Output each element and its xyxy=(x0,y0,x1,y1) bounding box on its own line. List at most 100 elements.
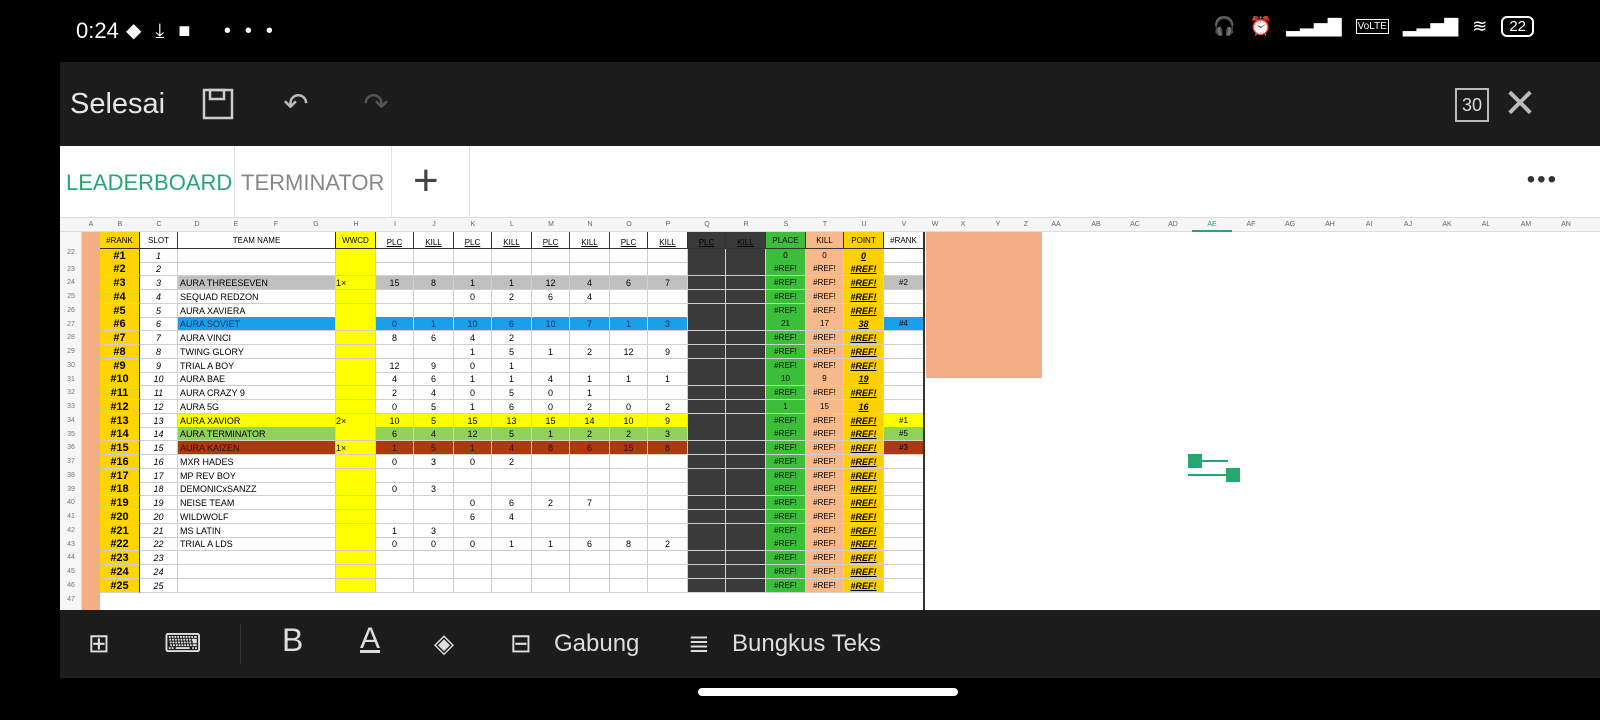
match-cell[interactable] xyxy=(414,564,454,579)
match-cell[interactable] xyxy=(376,509,414,524)
header-total-point[interactable]: POINT xyxy=(844,232,884,249)
match-cell[interactable] xyxy=(610,358,648,373)
match-cell[interactable] xyxy=(688,413,726,428)
row-number[interactable]: 38 xyxy=(60,469,82,483)
column-header-h[interactable]: H xyxy=(336,218,376,232)
total-kill-cell[interactable]: #REF! xyxy=(806,289,844,304)
total-point-cell[interactable]: #REF! xyxy=(844,413,884,428)
header-kill[interactable]: KILL xyxy=(648,232,688,249)
selection-handle-icon[interactable] xyxy=(1226,468,1240,482)
match-cell[interactable] xyxy=(532,468,570,483)
header-plc[interactable]: PLC xyxy=(532,232,570,249)
add-sheet-icon[interactable]: + xyxy=(413,156,439,206)
total-point-cell[interactable]: #REF! xyxy=(844,537,884,552)
rank-cell[interactable]: #10 xyxy=(100,372,140,387)
total-point-cell[interactable]: #REF! xyxy=(844,454,884,469)
match-cell[interactable] xyxy=(414,262,454,277)
column-header-aj[interactable]: AJ xyxy=(1388,218,1428,232)
rank-2-cell[interactable] xyxy=(884,523,924,538)
row-number[interactable]: 44 xyxy=(60,551,82,565)
match-cell[interactable]: 12 xyxy=(376,358,414,373)
wwcd-cell[interactable] xyxy=(336,468,376,483)
team-name-cell[interactable]: AURA XAVIERA xyxy=(178,303,336,318)
row-number[interactable]: 23 xyxy=(60,263,82,277)
match-cell[interactable] xyxy=(726,262,766,277)
rank-cell[interactable]: #20 xyxy=(100,509,140,524)
match-cell[interactable] xyxy=(648,578,688,593)
rank-2-cell[interactable] xyxy=(884,537,924,552)
match-cell[interactable]: 15 xyxy=(454,413,492,428)
match-cell[interactable] xyxy=(610,262,648,277)
total-point-cell[interactable]: #REF! xyxy=(844,564,884,579)
row-number[interactable]: 26 xyxy=(60,304,82,318)
match-cell[interactable]: 10 xyxy=(454,317,492,332)
total-place-cell[interactable]: #REF! xyxy=(766,537,806,552)
match-cell[interactable] xyxy=(414,289,454,304)
match-cell[interactable] xyxy=(688,496,726,510)
slot-cell[interactable]: 13 xyxy=(140,413,178,428)
match-cell[interactable]: 6 xyxy=(570,537,610,552)
total-point-cell[interactable]: 38 xyxy=(844,317,884,332)
slot-cell[interactable]: 22 xyxy=(140,537,178,552)
match-cell[interactable] xyxy=(688,248,726,263)
slot-cell[interactable]: 19 xyxy=(140,496,178,510)
team-name-cell[interactable]: MP REV BOY xyxy=(178,468,336,483)
total-kill-cell[interactable]: #REF! xyxy=(806,386,844,400)
wwcd-cell[interactable] xyxy=(336,344,376,359)
total-place-cell[interactable]: #REF! xyxy=(766,551,806,565)
rank-cell[interactable]: #8 xyxy=(100,344,140,359)
rank-2-cell[interactable]: #4 xyxy=(884,317,924,332)
match-cell[interactable]: 2 xyxy=(610,427,648,442)
rank-cell[interactable]: #14 xyxy=(100,427,140,442)
match-cell[interactable]: 1 xyxy=(532,344,570,359)
close-icon[interactable]: ✕ xyxy=(1500,82,1540,126)
match-cell[interactable] xyxy=(688,317,726,332)
match-cell[interactable] xyxy=(414,496,454,510)
total-point-cell[interactable]: #REF! xyxy=(844,468,884,483)
rank-2-cell[interactable] xyxy=(884,386,924,400)
row-number[interactable]: 35 xyxy=(60,428,82,442)
tab-leaderboard[interactable]: LEADERBOARD xyxy=(66,170,232,196)
match-cell[interactable]: 0 xyxy=(376,399,414,414)
column-header-w[interactable]: W xyxy=(924,218,946,232)
match-cell[interactable] xyxy=(532,482,570,497)
header-team-name[interactable]: TEAM NAME xyxy=(178,232,336,249)
header-kill[interactable]: KILL xyxy=(414,232,454,249)
match-cell[interactable] xyxy=(726,496,766,510)
match-cell[interactable] xyxy=(570,551,610,565)
column-header-af[interactable]: AF xyxy=(1232,218,1270,232)
match-cell[interactable] xyxy=(726,372,766,387)
match-cell[interactable] xyxy=(492,303,532,318)
team-name-cell[interactable]: AURA KAIZEN xyxy=(178,441,336,455)
team-name-cell[interactable]: TRIAL A LDS xyxy=(178,537,336,552)
column-header-y[interactable]: Y xyxy=(980,218,1016,232)
match-cell[interactable]: 1 xyxy=(532,537,570,552)
row-number[interactable]: 24 xyxy=(60,276,82,290)
match-cell[interactable]: 2 xyxy=(570,399,610,414)
match-cell[interactable] xyxy=(570,564,610,579)
match-cell[interactable]: 6 xyxy=(610,276,648,290)
match-cell[interactable] xyxy=(726,551,766,565)
merge-label[interactable]: Gabung xyxy=(554,630,639,658)
team-name-cell[interactable]: AURA BAE xyxy=(178,372,336,387)
column-header-t[interactable]: T xyxy=(806,218,844,232)
match-cell[interactable] xyxy=(688,358,726,373)
total-point-cell[interactable]: #REF! xyxy=(844,482,884,497)
match-cell[interactable] xyxy=(648,523,688,538)
match-cell[interactable] xyxy=(726,289,766,304)
match-cell[interactable] xyxy=(688,372,726,387)
rank-cell[interactable]: #9 xyxy=(100,358,140,373)
match-cell[interactable] xyxy=(726,413,766,428)
match-cell[interactable] xyxy=(414,303,454,318)
match-cell[interactable] xyxy=(376,578,414,593)
match-cell[interactable]: 5 xyxy=(492,386,532,400)
match-cell[interactable]: 4 xyxy=(570,289,610,304)
column-header-ae[interactable]: AE xyxy=(1192,218,1232,232)
header-kill[interactable]: KILL xyxy=(492,232,532,249)
slot-cell[interactable]: 12 xyxy=(140,399,178,414)
total-place-cell[interactable]: 21 xyxy=(766,317,806,332)
total-kill-cell[interactable]: #REF! xyxy=(806,509,844,524)
match-cell[interactable]: 2 xyxy=(648,537,688,552)
rank-cell[interactable]: #19 xyxy=(100,496,140,510)
header-rank-2[interactable]: #RANK xyxy=(884,232,924,249)
